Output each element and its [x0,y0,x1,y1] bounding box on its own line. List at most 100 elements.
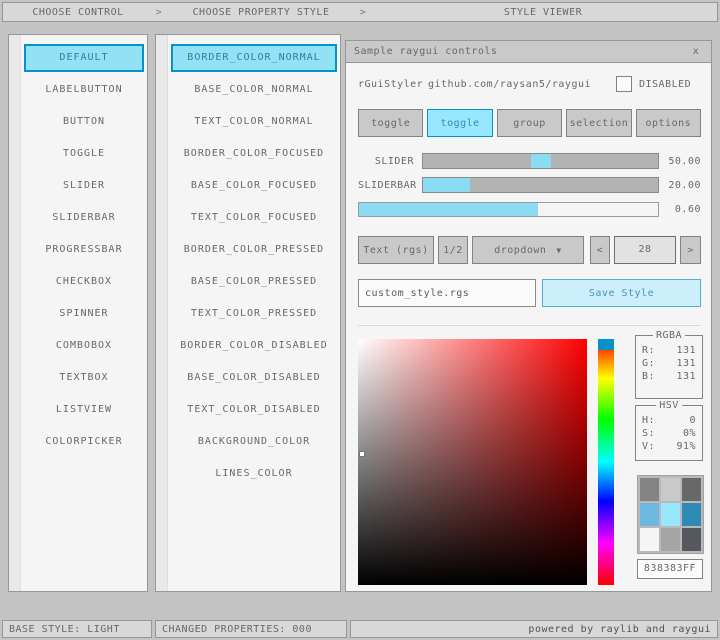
sliderbar[interactable] [422,177,659,193]
control-item-progressbar[interactable]: PROGRESSBAR [24,236,144,264]
toggle-group-item-3-selection[interactable]: selection [566,109,631,137]
rgba-value: 131 [676,358,696,369]
property-item-border-color-pressed[interactable]: BORDER_COLOR_PRESSED [171,236,337,264]
property-item-background-color[interactable]: BACKGROUND_COLOR [171,428,337,456]
hsv-row: H:0 [636,414,702,427]
property-item-lines-color[interactable]: LINES_COLOR [171,460,337,488]
sliderbar-fill [423,178,470,192]
style-swatch-8[interactable] [682,528,701,551]
control-item-default[interactable]: DEFAULT [24,44,144,72]
rguistyler-app: CHOOSE CONTROL > CHOOSE PROPERTY STYLE >… [0,0,720,640]
sliderbar-row: SLIDERBAR 20.00 [358,177,701,193]
half-button[interactable]: 1/2 [438,236,468,264]
slider[interactable] [422,153,659,169]
rgba-row: R:131 [636,344,702,357]
control-item-labelbutton[interactable]: LABELBUTTON [24,76,144,104]
hsv-value: 0% [683,428,696,439]
property-item-text-color-normal[interactable]: TEXT_COLOR_NORMAL [171,108,337,136]
section-choose-property-style: CHOOSE PROPERTY STYLE [165,7,357,18]
controls-list-scrollbar[interactable] [9,35,21,591]
property-item-base-color-focused[interactable]: BASE_COLOR_FOCUSED [171,172,337,200]
rgba-rows: R:131G: 131B:131 [636,336,702,383]
hsv-row: V: 91% [636,440,702,453]
status-changed-properties: CHANGED PROPERTIES: 000 [155,620,347,638]
rgba-row: B:131 [636,370,702,383]
toggle-group-item-4-options[interactable]: options [636,109,701,137]
section-choose-control: CHOOSE CONTROL [3,7,153,18]
sliderbar-value: 20.00 [659,180,701,191]
properties-list: BORDER_COLOR_NORMAL BASE_COLOR_NORMAL TEXT… [168,35,340,591]
color-picker-cursor[interactable] [359,451,365,457]
hue-bar[interactable] [598,339,614,585]
spinner-increment-button[interactable]: > [680,236,701,264]
style-swatch-5[interactable] [682,503,701,526]
slider-label: SLIDER [358,156,422,167]
rgba-label: G: [642,358,655,369]
controls-list: DEFAULT LABELBUTTON BUTTON TOGGLE SLIDER SLID… [21,35,147,591]
style-swatch-0[interactable] [640,478,659,501]
property-item-base-color-normal[interactable]: BASE_COLOR_NORMAL [171,76,337,104]
property-item-border-color-disabled[interactable]: BORDER_COLOR_DISABLED [171,332,337,360]
style-swatch-6[interactable] [640,528,659,551]
control-item-checkbox[interactable]: CHECKBOX [24,268,144,296]
hex-color-value-box[interactable]: 838383FF [637,559,703,579]
style-swatch-3[interactable] [640,503,659,526]
top-toolbar: CHOOSE CONTROL > CHOOSE PROPERTY STYLE >… [2,2,718,22]
progressbar-value: 0.60 [659,204,701,215]
close-icon[interactable]: x [689,46,703,57]
hue-bar-handle[interactable] [598,339,614,350]
control-item-sliderbar[interactable]: SLIDERBAR [24,204,144,232]
dropdown-select[interactable]: dropdown ▼ [472,236,584,264]
hsv-value: 91% [676,441,696,452]
hsv-group: HSV H:0S:0%V:91% [635,405,703,461]
properties-list-scrollbar[interactable] [156,35,168,591]
control-item-textbox[interactable]: TEXTBOX [24,364,144,392]
slider-row: SLIDER 50.00 [358,153,701,169]
chevron-down-icon: ▼ [556,246,561,255]
text-rgs-button[interactable]: Text (rgs) [358,236,434,264]
control-item-toggle[interactable]: TOGGLE [24,140,144,168]
divider [358,325,701,326]
control-item-spinner[interactable]: SPINNER [24,300,144,328]
property-item-text-color-focused[interactable]: TEXT_COLOR_FOCUSED [171,204,337,232]
window-titlebar[interactable]: Sample raygui controls x [346,41,711,63]
progressbar-row: 0.60 [358,202,701,217]
property-item-text-color-pressed[interactable]: TEXT_COLOR_PRESSED [171,300,337,328]
property-item-border-color-focused[interactable]: BORDER_COLOR_FOCUSED [171,140,337,168]
color-picker-area[interactable] [358,339,587,585]
spinner-decrement-button[interactable]: < [590,236,610,264]
property-item-text-color-disabled[interactable]: TEXT_COLOR_DISABLED [171,396,337,424]
rgba-label: R: [642,345,655,356]
dropdown-selected-label: dropdown [494,245,546,256]
chevron-right-icon: > [357,7,369,18]
slider-handle[interactable] [531,154,551,168]
toggle-group-item-0-toggle[interactable]: toggle [358,109,423,137]
slider-value: 50.00 [659,156,701,167]
rgba-label: B: [642,371,655,382]
style-swatch-4[interactable] [661,503,680,526]
toggle-group-item-1-toggle[interactable]: toggle [427,109,492,137]
style-swatch-1[interactable] [661,478,680,501]
control-item-colorpicker[interactable]: COLORPICKER [24,428,144,456]
progressbar-fill [359,203,538,216]
property-item-border-color-normal[interactable]: BORDER_COLOR_NORMAL [171,44,337,72]
property-item-base-color-pressed[interactable]: BASE_COLOR_PRESSED [171,268,337,296]
hsv-label: V: [642,441,655,452]
repo-url-label: github.com/raysan5/raygui [428,79,591,90]
spinner-value-box[interactable]: 28 [614,236,676,264]
app-name-label: rGuiStyler [358,79,423,90]
toggle-group-item-2-group[interactable]: group [497,109,562,137]
control-item-listview[interactable]: LISTVIEW [24,396,144,424]
property-item-base-color-disabled[interactable]: BASE_COLOR_DISABLED [171,364,337,392]
control-item-button[interactable]: BUTTON [24,108,144,136]
rgba-row: G: 131 [636,357,702,370]
disabled-checkbox[interactable] [616,76,632,92]
style-swatch-2[interactable] [682,478,701,501]
hsv-row: S:0% [636,427,702,440]
style-color-swatches [637,475,704,554]
control-item-combobox[interactable]: COMBOBOX [24,332,144,360]
style-swatch-7[interactable] [661,528,680,551]
control-item-slider[interactable]: SLIDER [24,172,144,200]
save-style-button[interactable]: Save Style [542,279,701,307]
style-filename-input[interactable] [358,279,536,307]
